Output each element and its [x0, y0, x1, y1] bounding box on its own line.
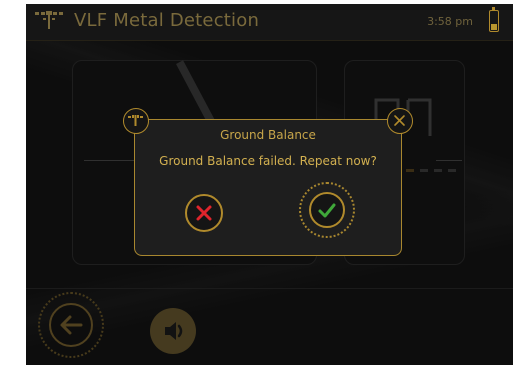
clock-time: 3:58 pm [427, 15, 473, 28]
x-icon [196, 205, 212, 221]
check-icon [309, 192, 345, 228]
device-screen: VLF Metal Detection 3:58 pm Ground Balan… [26, 4, 513, 365]
header-bar: VLF Metal Detection 3:58 pm [26, 4, 513, 41]
battery-icon [489, 7, 499, 32]
ground-balance-dialog: Ground Balance Ground Balance failed. Re… [123, 108, 413, 256]
detector-logo-icon [34, 10, 64, 32]
dialog-message: Ground Balance failed. Repeat now? [159, 154, 377, 168]
cancel-button[interactable] [185, 194, 223, 232]
confirm-button[interactable] [299, 182, 355, 238]
dialog-title: Ground Balance [220, 128, 316, 142]
app-title: VLF Metal Detection [74, 10, 260, 31]
